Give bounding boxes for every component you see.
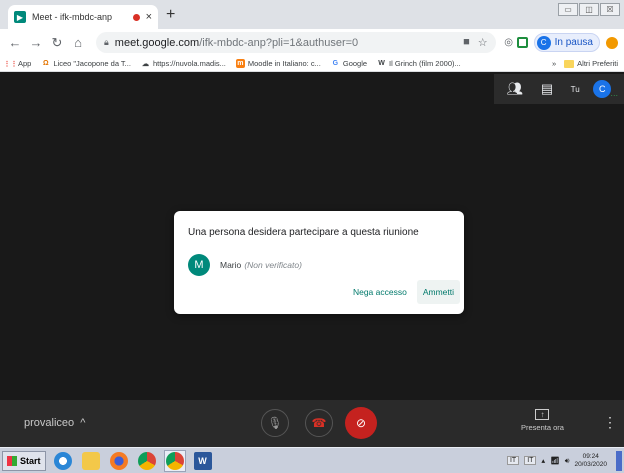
url-path: /ifk-mbdc-anp?pli=1&authuser=0 [199, 36, 359, 49]
internet-explorer-icon[interactable] [52, 450, 74, 472]
bookmark-label: Moodle in Italiano: c... [247, 59, 321, 68]
minimize-button[interactable]: ▭ [558, 3, 578, 16]
person-status: (Non verificato) [244, 260, 302, 270]
meeting-details-button[interactable]: provaliceo ^ [24, 417, 85, 429]
bookmark-nuvola[interactable]: ☁ https://nuvola.madis... [141, 59, 226, 68]
profile-status-label: In pausa [554, 37, 593, 48]
admit-button[interactable]: Ammetti [416, 280, 460, 304]
chrome-icon[interactable] [136, 450, 158, 472]
dialog-title: Una persona desidera partecipare a quest… [188, 227, 419, 238]
lock-icon: 🔒︎ [104, 37, 109, 47]
browser-tab-strip: ▶ Meet - ifk-mbdc-anp × + ▭ ◫ ☒ [0, 0, 624, 29]
clock[interactable]: 09:24 20/03/2020 [574, 453, 607, 469]
join-request-dialog: Una persona desidera partecipare a quest… [174, 211, 464, 314]
moodle-icon: m [235, 59, 245, 68]
new-tab-button[interactable]: + [166, 6, 175, 24]
recording-indicator-icon [132, 13, 140, 21]
windows-taskbar: Start W IT IT ▴ 📶︎ 🔊︎ 09:24 20/03/2020 [0, 447, 624, 473]
apps-grid-icon: ⋮⋮ [3, 60, 18, 68]
bookmark-grinch[interactable]: W Il Grinch (film 2000)... [377, 59, 461, 68]
other-bookmarks[interactable]: Altri Preferiti [564, 59, 618, 68]
meeting-controls-bar: provaliceo ^ 🎙︎ ☎︎ ⊘ ↑ Presenta ora ⋮ [0, 400, 624, 447]
start-label: Start [20, 455, 41, 466]
participants-icon[interactable]: 👥︎ [507, 81, 524, 97]
person-avatar: M [188, 254, 210, 276]
close-window-button[interactable]: ☒ [600, 3, 620, 16]
tab-close-button[interactable]: × [146, 11, 152, 23]
meet-favicon-icon: ▶ [14, 11, 26, 23]
chrome-active-icon[interactable] [163, 449, 186, 472]
hang-up-button[interactable]: ☎︎ [305, 409, 333, 437]
person-name: Mario [220, 260, 242, 270]
forward-arrow-icon[interactable]: → [27, 35, 45, 50]
browser-tab-meet[interactable]: ▶ Meet - ifk-mbdc-anp × [8, 5, 158, 29]
profile-pause-chip[interactable]: C In pausa [533, 33, 600, 52]
profile-avatar: C [536, 35, 551, 50]
cloud-icon: ☁ [141, 60, 149, 68]
url-host: meet.google.com [114, 36, 200, 49]
volume-icon[interactable]: 🔊︎ [565, 456, 570, 466]
microphone-button[interactable]: 🎙︎ [261, 409, 289, 437]
requesting-person: M Mario (Non verificato) [188, 254, 302, 276]
bookmark-google[interactable]: G Google [331, 59, 367, 68]
meeting-code: provaliceo [24, 417, 75, 429]
present-now-button[interactable]: ↑ Presenta ora [521, 409, 564, 432]
restore-button[interactable]: ◫ [579, 3, 599, 16]
bookmark-star-icon[interactable]: ☆ [478, 36, 488, 49]
wikipedia-icon: W [378, 60, 385, 67]
deny-access-button[interactable]: Nega accesso [347, 280, 413, 304]
address-bar[interactable]: 🔒︎ meet.google.com /ifk-mbdc-anp?pli=1&a… [96, 32, 496, 53]
chat-icon[interactable]: ▤ [541, 81, 553, 97]
speaking-indicator-icon: … [610, 89, 619, 98]
clock-time: 09:24 [582, 452, 599, 460]
bookmark-label: App [18, 59, 32, 68]
browser-toolbar: ← → ↻ ⌂ 🔒︎ meet.google.com /ifk-mbdc-anp… [0, 29, 624, 56]
bookmark-moodle[interactable]: m Moodle in Italiano: c... [235, 59, 321, 68]
bookmark-label: Google [342, 59, 368, 68]
keyboard-layout-indicator[interactable]: IT [524, 456, 537, 465]
camera-off-button[interactable]: ⊘ [345, 407, 377, 439]
start-button[interactable]: Start [2, 450, 46, 471]
home-icon[interactable]: ⌂ [69, 35, 87, 50]
self-avatar[interactable]: C … [593, 80, 618, 98]
self-avatar-initial: C [598, 84, 606, 94]
dialog-actions: Nega accesso Ammetti [347, 280, 460, 304]
back-arrow-icon[interactable]: ← [6, 35, 24, 50]
bookmark-label: https://nuvola.madis... [152, 59, 226, 68]
bookmark-liceo[interactable]: Ω Liceo "Jacopone da T... [41, 59, 131, 68]
extension-green-icon[interactable] [516, 36, 530, 50]
meeting-top-controls: 👥︎ ▤ Tu C … [494, 74, 624, 104]
system-tray: IT IT ▴ 📶︎ 🔊︎ 09:24 20/03/2020 [506, 450, 622, 471]
word-icon[interactable]: W [192, 450, 214, 472]
firefox-icon[interactable] [108, 450, 130, 472]
google-icon: G [332, 60, 339, 67]
bookmarks-bar: ⋮⋮ App Ω Liceo "Jacopone da T... ☁ https… [0, 56, 624, 72]
chevron-up-icon: ^ [77, 417, 86, 429]
more-options-icon[interactable]: ⋮ [603, 414, 617, 431]
reload-icon[interactable]: ↻ [48, 35, 66, 51]
other-bookmarks-label: Altri Preferiti [577, 59, 618, 68]
language-indicator[interactable]: IT [506, 456, 520, 465]
windows-flag-icon [7, 455, 17, 466]
you-label: Tu [570, 84, 580, 94]
bookmark-label: Il Grinch (film 2000)... [389, 59, 461, 68]
present-screen-icon: ↑ [535, 409, 550, 420]
window-controls: ▭ ◫ ☒ [558, 3, 620, 16]
bookmark-label: Liceo "Jacopone da T... [53, 59, 131, 68]
clock-date: 20/03/2020 [574, 460, 607, 468]
bookmarks-overflow-button[interactable]: » [552, 59, 556, 68]
camera-indicator-icon[interactable]: ■ [463, 36, 470, 49]
update-indicator-icon[interactable] [606, 36, 618, 49]
show-desktop-button[interactable] [616, 450, 622, 471]
liceo-icon: Ω [43, 60, 49, 67]
tab-title: Meet - ifk-mbdc-anp [32, 12, 113, 22]
present-now-label: Presenta ora [521, 423, 564, 432]
network-icon[interactable]: 📶︎ [550, 456, 560, 465]
file-explorer-icon[interactable] [80, 450, 102, 472]
bookmark-apps[interactable]: ⋮⋮ App [3, 59, 32, 68]
folder-icon [564, 59, 575, 68]
extension-circle-icon[interactable]: ◎ [502, 36, 516, 50]
tray-expand-icon[interactable]: ▴ [541, 456, 545, 465]
